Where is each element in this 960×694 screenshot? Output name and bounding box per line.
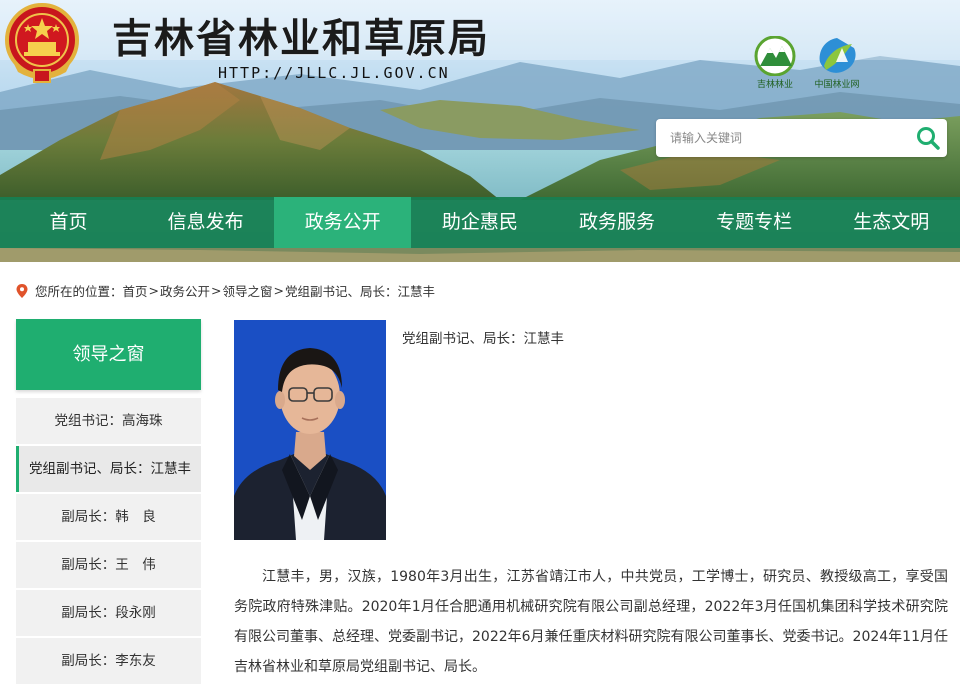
sidebar-item-deputy-han[interactable]: 副局长：韩 良 [16, 494, 201, 540]
sidebar-item-party-secretary[interactable]: 党组书记：高海珠 [16, 398, 201, 444]
breadcrumb: 您所在的位置： 首页 > 政务公开 > 领导之窗 > 党组副书记、局长：江慧丰 [16, 281, 435, 300]
site-url: HTTP://JLLC.JL.GOV.CN [218, 64, 450, 82]
sidebar-list: 党组书记：高海珠 党组副书记、局长：江慧丰 副局长：韩 良 副局长：王 伟 副局… [16, 398, 201, 684]
search-icon[interactable] [915, 125, 941, 151]
nav-item-gov-affairs[interactable]: 政务公开 [274, 197, 412, 248]
leader-portrait [234, 320, 386, 540]
site-title: 吉林省林业和草原局 [112, 16, 490, 62]
leader-title: 党组副书记、局长：江慧丰 [402, 331, 564, 347]
sidebar-item-deputy-wang[interactable]: 副局长：王 伟 [16, 542, 201, 588]
nav-item-enterprise[interactable]: 助企惠民 [411, 197, 548, 248]
sidebar-item-deputy-duan[interactable]: 副局长：段永刚 [16, 590, 201, 636]
jilin-forestry-logo-icon [754, 36, 796, 76]
main-nav: 首页 信息发布 政务公开 助企惠民 政务服务 专题专栏 生态文明 [0, 197, 960, 248]
china-forestry-caption: 中国林业网 [814, 80, 860, 90]
location-pin-icon [16, 283, 28, 298]
breadcrumb-current[interactable]: 党组副书记、局长：江慧丰 [285, 281, 435, 300]
search-input[interactable] [656, 119, 896, 157]
leader-biography: 江慧丰，男，汉族，1980年3月出生，江苏省靖江市人，中共党员，工学博士，研究员… [234, 569, 948, 675]
breadcrumb-separator: > [273, 283, 285, 298]
nav-item-home[interactable]: 首页 [0, 197, 137, 248]
china-forestry-link[interactable]: 中国林业网 [810, 36, 864, 92]
sidebar-item-director[interactable]: 党组副书记、局长：江慧丰 [16, 446, 201, 492]
sidebar: 领导之窗 党组书记：高海珠 党组副书记、局长：江慧丰 副局长：韩 良 副局长：王… [16, 319, 201, 686]
breadcrumb-prefix: 您所在的位置： [35, 284, 123, 299]
jilin-forestry-caption: 吉林林业 [756, 80, 793, 90]
breadcrumb-leaders[interactable]: 领导之窗 [223, 281, 273, 300]
breadcrumb-gov-affairs[interactable]: 政务公开 [160, 281, 210, 300]
china-forestry-logo-icon [819, 38, 856, 73]
leader-portrait-image [234, 320, 386, 540]
search-box [656, 119, 947, 157]
nav-item-ecology[interactable]: 生态文明 [823, 197, 960, 248]
nav-item-topics[interactable]: 专题专栏 [686, 197, 823, 248]
national-emblem-icon [5, 3, 79, 83]
breadcrumb-separator: > [148, 283, 160, 298]
sidebar-title: 领导之窗 [16, 319, 201, 390]
sidebar-item-deputy-li[interactable]: 副局长：李东友 [16, 638, 201, 684]
breadcrumb-home[interactable]: 首页 [123, 281, 148, 300]
breadcrumb-separator: > [211, 283, 222, 298]
nav-item-news[interactable]: 信息发布 [137, 197, 274, 248]
jilin-forestry-link[interactable]: 吉林林业 [748, 36, 802, 92]
nav-item-services[interactable]: 政务服务 [549, 197, 686, 248]
